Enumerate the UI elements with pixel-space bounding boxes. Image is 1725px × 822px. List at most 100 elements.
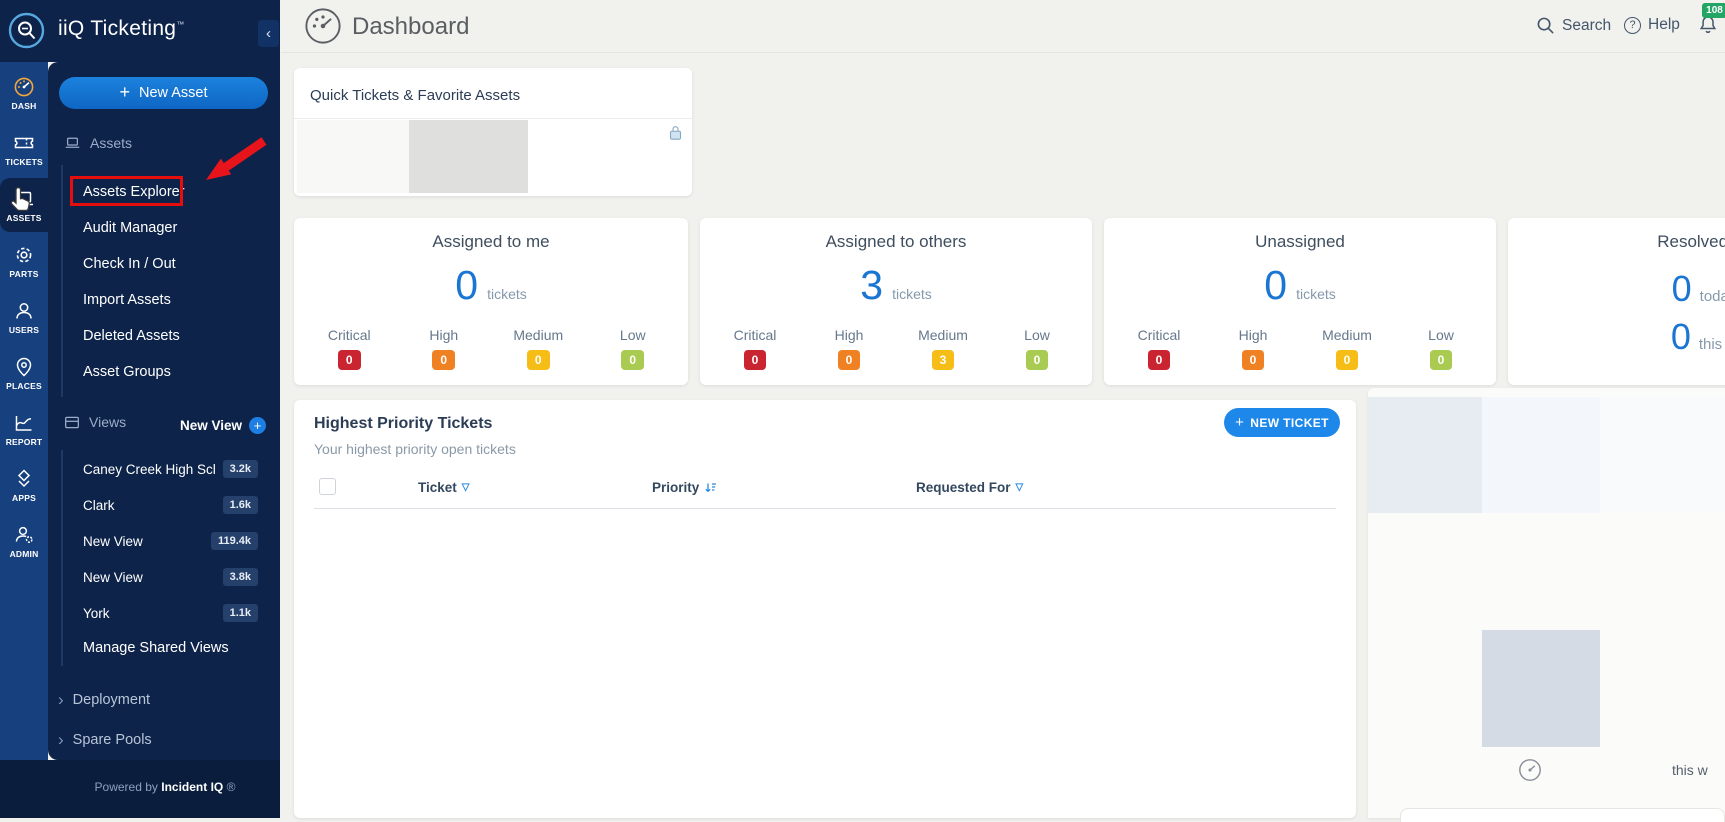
sidebar-item-audit-manager[interactable]: Audit Manager: [83, 220, 177, 236]
view-row-clark[interactable]: Clark 1.6k: [83, 496, 258, 514]
view-row-york[interactable]: York 1.1k: [83, 604, 258, 622]
view-row-new-view-1[interactable]: New View 119.4k: [83, 532, 258, 550]
priority-badge-low: 0: [1026, 350, 1049, 370]
stat-card-title: Assigned to me: [294, 232, 688, 252]
placeholder-block: [1600, 397, 1725, 513]
column-header-priority[interactable]: Priority: [652, 480, 717, 495]
priority-label: Low: [620, 327, 646, 343]
priority-badge-critical: 0: [1148, 350, 1171, 370]
section-toggle-spare-pools[interactable]: › Spare Pools: [58, 730, 152, 750]
user-icon: [13, 300, 35, 322]
ticket-unit: tickets: [1296, 286, 1336, 302]
view-count-badge: 119.4k: [211, 532, 258, 550]
priority-label: Critical: [734, 327, 777, 343]
section-toggle-deployment[interactable]: › Deployment: [58, 690, 150, 710]
icon-rail: DASH TICKETS ASSETS PARTS USERS PLACES R…: [0, 0, 48, 818]
sidebar-collapse-button[interactable]: ‹: [258, 20, 279, 47]
plus-circle-icon: +: [249, 417, 266, 434]
placeholder-block: [1368, 397, 1482, 513]
priority-badge-high: 0: [432, 350, 455, 370]
sidebar-item-check-in-out[interactable]: Check In / Out: [83, 256, 176, 272]
priority-badge-low: 0: [1430, 350, 1453, 370]
resolved-unit: this w: [1699, 336, 1725, 353]
gear-icon: [13, 244, 35, 266]
rail-item-dash[interactable]: DASH: [0, 66, 48, 120]
priority-label: Low: [1024, 327, 1050, 343]
rail-item-parts[interactable]: PARTS: [0, 234, 48, 288]
new-ticket-button[interactable]: + NEW TICKET: [1224, 408, 1340, 437]
new-view-button[interactable]: New View +: [180, 417, 266, 434]
column-header-ticket[interactable]: Ticket ▽: [418, 480, 469, 495]
priority-label: High: [835, 327, 864, 343]
view-count-badge: 3.2k: [223, 460, 258, 478]
rail-label: DASH: [12, 101, 37, 111]
sort-descending-icon: [704, 481, 717, 494]
manage-shared-views-link[interactable]: Manage Shared Views: [83, 640, 229, 656]
stat-card-unassigned: Unassigned 0 tickets Critical0 High0 Med…: [1104, 218, 1496, 385]
stat-card-title: Unassigned: [1104, 232, 1496, 252]
quick-card-title: Quick Tickets & Favorite Assets: [310, 87, 520, 104]
indent-line: [61, 450, 63, 666]
rail-item-users[interactable]: USERS: [0, 290, 48, 344]
logo-row: iiQ Ticketing™: [0, 0, 280, 62]
stat-card-assigned-to-others: Assigned to others 3 tickets Critical0 H…: [700, 218, 1092, 385]
plus-icon: +: [119, 82, 130, 103]
rail-label: REPORT: [6, 437, 43, 447]
rail-label: ADMIN: [10, 549, 39, 559]
stat-card-resolved-by: Resolved by 0 today 0 this w: [1508, 218, 1725, 385]
app-logo: [8, 12, 45, 49]
ticket-icon: [13, 132, 35, 154]
rail-label: APPS: [12, 493, 36, 503]
resolved-unit: today: [1700, 288, 1725, 305]
rail-item-report[interactable]: REPORT: [0, 402, 48, 456]
search-icon: [1536, 16, 1555, 35]
sidebar-item-deleted-assets[interactable]: Deleted Assets: [83, 328, 180, 344]
laptop-icon: [13, 188, 35, 210]
powered-by: Powered by Incident IQ ®: [0, 780, 280, 794]
priority-badge-critical: 0: [744, 350, 767, 370]
map-pin-icon: [13, 356, 35, 378]
rail-label: PLACES: [6, 381, 42, 391]
select-all-checkbox[interactable]: [319, 478, 336, 495]
lock-icon[interactable]: [668, 124, 683, 141]
priority-badge-medium: 0: [1336, 350, 1359, 370]
sidebar-item-asset-groups[interactable]: Asset Groups: [83, 364, 171, 380]
ticket-count: 0: [1264, 262, 1287, 309]
ticket-count: 0: [455, 262, 478, 309]
view-row-new-view-2[interactable]: New View 3.8k: [83, 568, 258, 586]
partial-card-edge: [1400, 808, 1725, 822]
right-loading-panel: this w: [1368, 388, 1725, 818]
view-row-caney-creek[interactable]: Caney Creek High Scho... 3.2k: [83, 460, 258, 478]
new-asset-button[interactable]: + New Asset: [59, 77, 268, 109]
column-header-requested-for[interactable]: Requested For ▽: [916, 480, 1023, 495]
rail-item-apps[interactable]: APPS: [0, 458, 48, 512]
rail-item-tickets[interactable]: TICKETS: [0, 122, 48, 176]
sidebar-footer: Powered by Incident IQ ®: [0, 760, 280, 818]
view-count-badge: 3.8k: [223, 568, 258, 586]
resolved-count-week: 0: [1671, 316, 1691, 358]
priority-label: Medium: [1322, 327, 1372, 343]
chart-icon: [13, 412, 35, 434]
filter-icon: ▽: [1016, 482, 1024, 493]
header-divider: [281, 52, 1725, 53]
rail-item-assets[interactable]: ASSETS: [0, 178, 48, 232]
rail-item-places[interactable]: PLACES: [0, 346, 48, 400]
priority-badge-critical: 0: [338, 350, 361, 370]
stat-card-title: Resolved by: [1508, 232, 1725, 252]
search-button[interactable]: Search: [1536, 16, 1611, 35]
diamond-icon: [13, 468, 35, 490]
views-icon: [64, 415, 80, 430]
rail-item-admin[interactable]: ADMIN: [0, 514, 48, 568]
help-button[interactable]: ? Help: [1624, 16, 1680, 34]
priority-label: High: [1239, 327, 1268, 343]
page-title: Dashboard: [352, 13, 469, 41]
priority-label: Critical: [328, 327, 371, 343]
stat-card-title: Assigned to others: [700, 232, 1092, 252]
priority-badge-high: 0: [1242, 350, 1265, 370]
view-count-badge: 1.1k: [223, 604, 258, 622]
sidebar-item-import-assets[interactable]: Import Assets: [83, 292, 171, 308]
rail-label: PARTS: [9, 269, 38, 279]
resolved-count-today: 0: [1672, 268, 1692, 310]
partial-widget-text: this w: [1672, 762, 1708, 778]
table-header-divider: [314, 508, 1336, 509]
